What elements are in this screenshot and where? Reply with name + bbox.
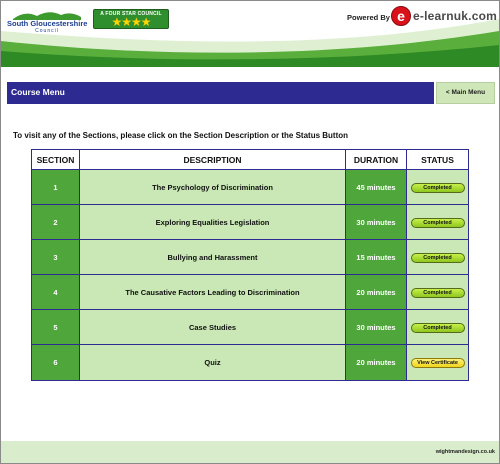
footer-credit-link[interactable]: wightmandesign.co.uk xyxy=(436,449,495,455)
course-menu-bar: Course Menu < Main Menu xyxy=(7,82,495,104)
table-row: 5 Case Studies 30 minutes Completed xyxy=(32,310,468,345)
table-row: 4 The Causative Factors Leading to Discr… xyxy=(32,275,468,310)
council-logo: South Gloucestershire Council xyxy=(7,8,87,36)
status-cell: View Certificate xyxy=(407,345,468,380)
section-description-link[interactable]: Case Studies xyxy=(80,310,346,345)
section-number: 3 xyxy=(32,240,80,275)
status-button-completed[interactable]: Completed xyxy=(410,252,465,263)
course-sections-table: SECTION DESCRIPTION DURATION STATUS 1 Th… xyxy=(31,149,469,381)
elearnuk-logo-text: e-learnuk.com xyxy=(413,9,497,23)
status-cell: Completed xyxy=(407,240,468,275)
status-button-completed[interactable]: Completed xyxy=(410,322,465,333)
header-status: STATUS xyxy=(407,150,468,170)
status-cell: Completed xyxy=(407,170,468,205)
section-duration: 15 minutes xyxy=(346,240,407,275)
section-number: 4 xyxy=(32,275,80,310)
status-cell: Completed xyxy=(407,275,468,310)
main-menu-button[interactable]: < Main Menu xyxy=(436,82,495,104)
table-row: 6 Quiz 20 minutes View Certificate xyxy=(32,345,468,380)
course-menu-title: Course Menu xyxy=(11,87,65,97)
council-name: South Gloucestershire xyxy=(7,19,88,28)
status-button-completed[interactable]: Completed xyxy=(410,287,465,298)
section-description-link[interactable]: Quiz xyxy=(80,345,346,380)
table-row: 3 Bullying and Harassment 15 minutes Com… xyxy=(32,240,468,275)
section-description-link[interactable]: The Psychology of Discrimination xyxy=(80,170,346,205)
app-window: South Gloucestershire Council A FOUR STA… xyxy=(0,0,500,464)
section-number: 1 xyxy=(32,170,80,205)
view-certificate-button[interactable]: View Certificate xyxy=(410,358,465,368)
powered-by-label: Powered By xyxy=(347,13,390,22)
header-section: SECTION xyxy=(32,150,80,170)
page-header: South Gloucestershire Council A FOUR STA… xyxy=(1,1,499,67)
header-duration: DURATION xyxy=(346,150,407,170)
table-row: 2 Exploring Equalities Legislation 30 mi… xyxy=(32,205,468,240)
status-cell: Completed xyxy=(407,205,468,240)
star-icons: ★★★★ xyxy=(111,15,151,29)
section-description-link[interactable]: The Causative Factors Leading to Discrim… xyxy=(80,275,346,310)
course-menu-title-bar: Course Menu xyxy=(7,82,434,104)
status-cell: Completed xyxy=(407,310,468,345)
section-number: 6 xyxy=(32,345,80,380)
table-row: 1 The Psychology of Discrimination 45 mi… xyxy=(32,170,468,205)
section-duration: 20 minutes xyxy=(346,345,407,380)
status-button-completed[interactable]: Completed xyxy=(410,182,465,193)
table-header-row: SECTION DESCRIPTION DURATION STATUS xyxy=(32,150,468,170)
instructions-text: To visit any of the Sections, please cli… xyxy=(13,131,349,140)
header-description: DESCRIPTION xyxy=(80,150,346,170)
section-description-link[interactable]: Bullying and Harassment xyxy=(80,240,346,275)
section-duration: 45 minutes xyxy=(346,170,407,205)
status-button-completed[interactable]: Completed xyxy=(410,217,465,228)
section-duration: 20 minutes xyxy=(346,275,407,310)
council-subtitle: Council xyxy=(35,28,59,34)
section-number: 2 xyxy=(32,205,80,240)
four-star-council-badge: A FOUR STAR COUNCIL ★★★★ xyxy=(93,9,169,29)
section-duration: 30 minutes xyxy=(346,205,407,240)
section-description-link[interactable]: Exploring Equalities Legislation xyxy=(80,205,346,240)
section-duration: 30 minutes xyxy=(346,310,407,345)
elearnuk-logo-icon: e xyxy=(391,6,411,26)
section-number: 5 xyxy=(32,310,80,345)
elearnuk-logo-letter: e xyxy=(397,8,405,24)
page-footer: wightmandesign.co.uk xyxy=(1,441,499,463)
main-menu-label: < Main Menu xyxy=(445,89,486,96)
